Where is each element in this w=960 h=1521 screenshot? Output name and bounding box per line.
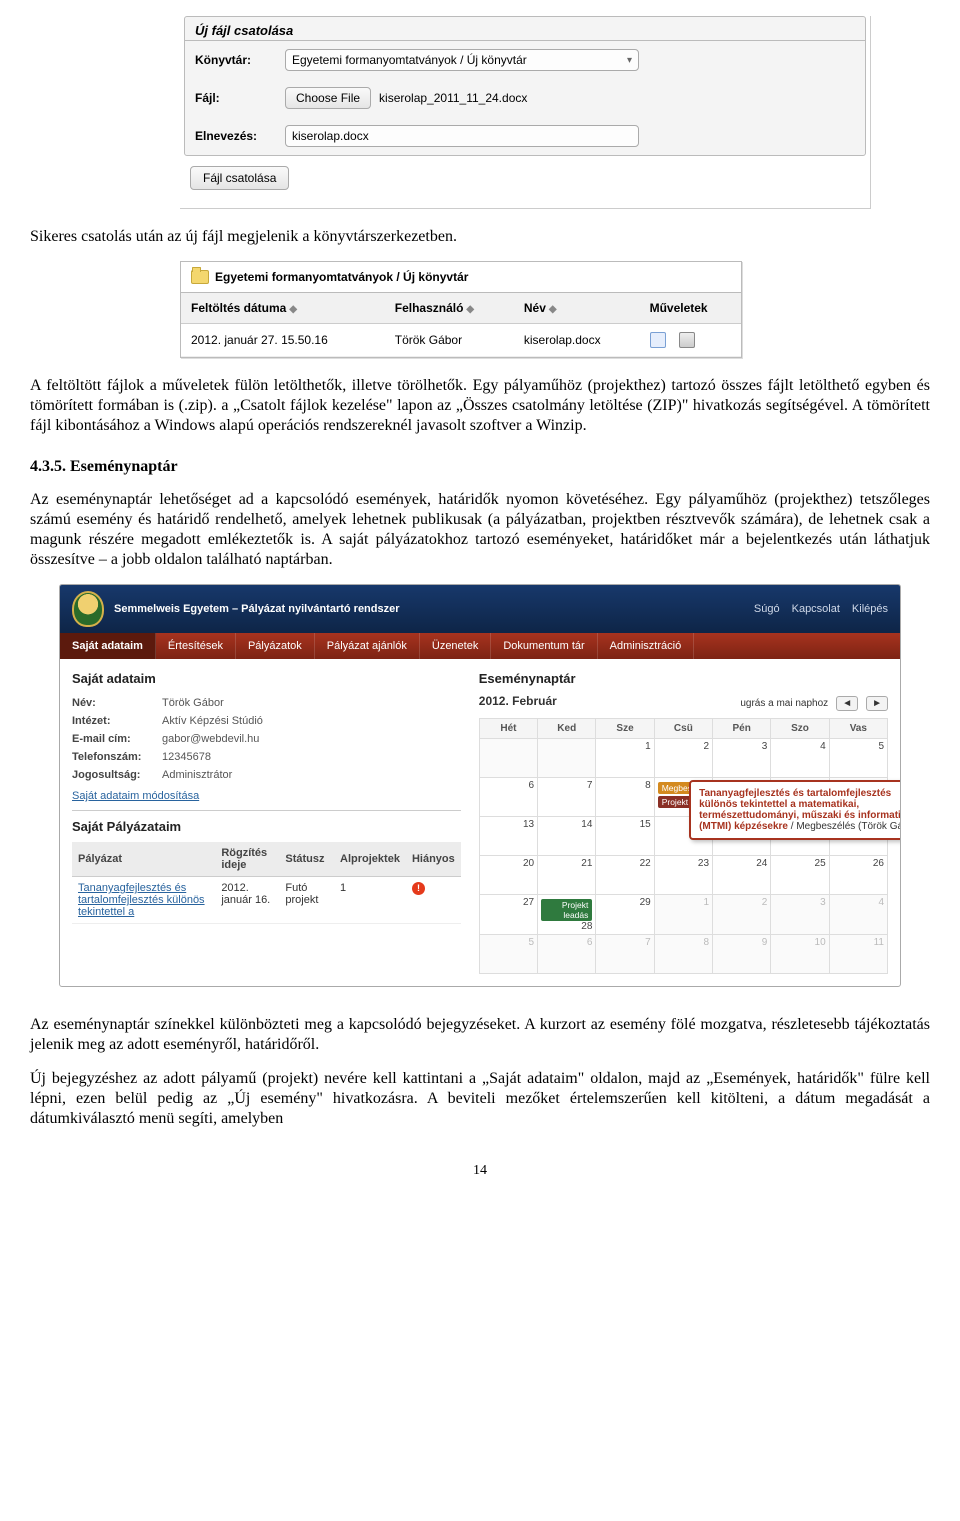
cal-prev[interactable]: ◄ [836,696,858,711]
cell-ops [640,324,741,357]
left-title: Saját adataim [72,671,461,686]
warning-icon: ! [412,882,425,895]
dir-label: Könyvtár: [195,53,285,67]
cal-month: 2012. Február [479,694,557,708]
dashboard-screenshot: Semmelweis Egyetem – Pályázat nyilvántar… [59,584,901,987]
calendar: Hét Ked Sze Csü Pén Szo Vas 12345 678 Me… [479,718,888,974]
folder-listing-screenshot: Egyetemi formanyomtatványok / Új könyvtá… [180,261,742,358]
chevron-down-icon: ▾ [627,55,632,66]
col-name[interactable]: Név◆ [514,293,640,324]
tab-notifications[interactable]: Értesítések [156,633,236,659]
logout-link[interactable]: Kilépés [852,603,888,615]
choose-file-button[interactable]: Choose File [285,87,371,109]
file-table: Feltöltés dátuma◆ Felhasználó◆ Név◆ Műve… [181,293,741,357]
tab-recommenders[interactable]: Pályázat ajánlók [315,633,420,659]
event-proj[interactable]: Projekt [658,796,692,808]
jump-today[interactable]: ugrás a mai naphoz [740,698,828,709]
topbar: Semmelweis Egyetem – Pályázat nyilvántar… [60,585,900,633]
event-tooltip: Tananyagfejlesztés és tartalomfejlesztés… [689,780,901,840]
apps-table: Pályázat Rögzítés ideje Státusz Alprojek… [72,842,461,924]
cell-name: kiserolap.docx [514,324,640,357]
cell-user: Török Gábor [385,324,514,357]
dir-value: Egyetemi formanyomtatványok / Új könyvtá… [292,53,527,67]
sort-icon: ◆ [546,304,557,315]
trash-icon[interactable] [679,332,695,348]
cal-next[interactable]: ► [866,696,888,711]
sort-icon: ◆ [286,304,297,315]
sort-icon: ◆ [463,304,474,315]
top-links: Súgó Kapcsolat Kilépés [754,603,888,615]
section-heading: 4.3.5. Eseménynaptár [30,458,930,476]
help-link[interactable]: Súgó [754,603,780,615]
col-date[interactable]: Feltöltés dátuma◆ [181,293,385,324]
chosen-file: kiserolap_2011_11_24.docx [379,91,527,105]
paragraph-5: Új bejegyzéshez az adott pályamű (projek… [30,1069,930,1129]
download-icon[interactable] [650,332,666,348]
tab-own-data[interactable]: Saját adataim [60,633,156,659]
right-title: Eseménynaptár [479,671,888,686]
main-nav: Saját adataim Értesítések Pályázatok Pál… [60,633,900,659]
app-title: Semmelweis Egyetem – Pályázat nyilvántar… [114,603,400,615]
page-number: 14 [30,1163,930,1179]
cell-date: 2012. január 27. 15.50.16 [181,324,385,357]
left-sec2: Saját Pályázataim [72,819,461,834]
folder-icon [191,270,209,284]
tab-admin[interactable]: Adminisztráció [598,633,695,659]
paragraph-2: A feltöltött fájlok a műveletek fülön le… [30,376,930,436]
name-input[interactable] [285,125,639,147]
tab-docstore[interactable]: Dokumentum tár [491,633,597,659]
paragraph-1: Sikeres csatolás után az új fájl megjele… [30,227,930,247]
contact-link[interactable]: Kapcsolat [792,603,840,615]
dir-select[interactable]: Egyetemi formanyomtatványok / Új könyvtá… [285,49,639,71]
tab-applications[interactable]: Pályázatok [236,633,315,659]
panel-title: Új fájl csatolása [185,17,865,41]
file-label: Fájl: [195,91,285,105]
col-ops: Műveletek [640,293,741,324]
breadcrumb-text: Egyetemi formanyomtatványok / Új könyvtá… [215,270,468,284]
tab-messages[interactable]: Üzenetek [420,633,491,659]
name-label: Elnevezés: [195,129,285,143]
paragraph-4: Az eseménynaptár színekkel különbözteti … [30,1015,930,1055]
breadcrumb: Egyetemi formanyomtatványok / Új könyvtá… [181,262,741,293]
attach-dialog-screenshot: Új fájl csatolása Könyvtár: Egyetemi for… [180,16,871,209]
name-row: Elnevezés: [185,117,865,155]
attach-button[interactable]: Fájl csatolása [190,166,289,190]
col-user[interactable]: Felhasználó◆ [385,293,514,324]
table-row: Tananyagfejlesztés és tartalomfejlesztés… [72,877,461,924]
table-row: 2012. január 27. 15.50.16 Török Gábor ki… [181,324,741,357]
paragraph-3: Az eseménynaptár lehetőséget ad a kapcso… [30,490,930,570]
dir-row: Könyvtár: Egyetemi formanyomtatványok / … [185,41,865,79]
crest-icon [72,591,104,627]
event-deadline[interactable]: Projekt leadás [541,899,592,921]
file-row: Fájl: Choose File kiserolap_2011_11_24.d… [185,79,865,117]
attach-panel: Új fájl csatolása Könyvtár: Egyetemi for… [184,16,866,156]
edit-link[interactable]: Saját adataim módosítása [72,790,199,802]
app-link[interactable]: Tananyagfejlesztés és tartalomfejlesztés… [78,882,209,918]
